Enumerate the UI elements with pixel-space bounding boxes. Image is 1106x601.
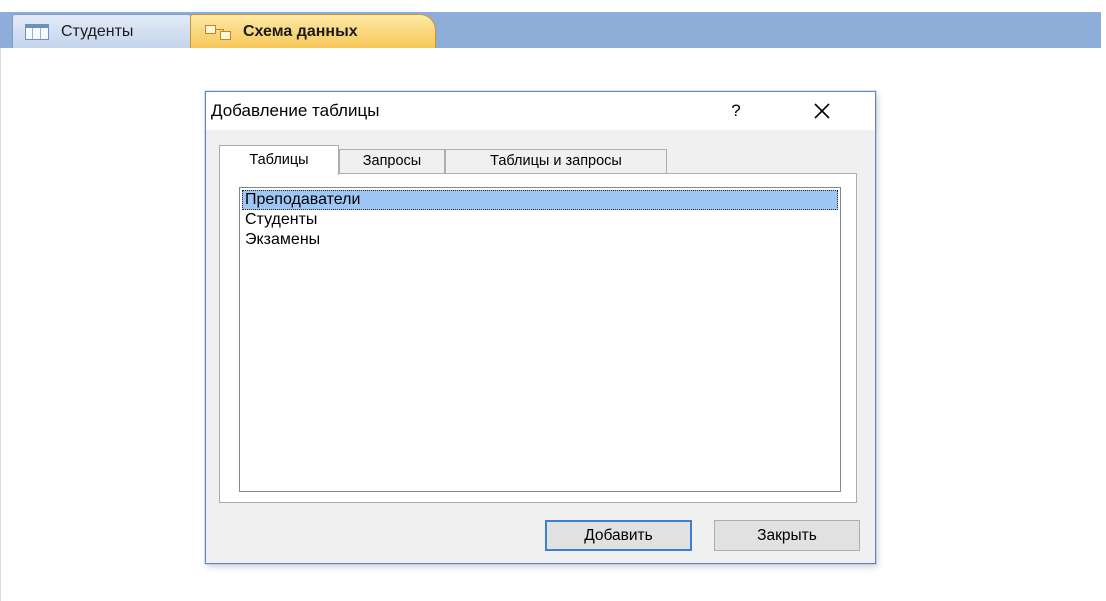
add-button[interactable]: Добавить: [545, 520, 692, 551]
list-item[interactable]: Студенты: [242, 210, 838, 230]
tab-tables-and-queries[interactable]: Таблицы и запросы: [445, 149, 667, 173]
tab-queries[interactable]: Запросы: [339, 149, 445, 173]
document-tab-label: Схема данных: [243, 22, 358, 40]
tables-listbox[interactable]: Преподаватели Студенты Экзамены: [239, 187, 841, 492]
table-icon: [25, 23, 49, 40]
add-table-dialog: Добавление таблицы ? Таблицы Запросы Таб…: [205, 91, 876, 564]
list-item[interactable]: Преподаватели: [242, 190, 838, 210]
close-icon[interactable]: [808, 97, 836, 125]
close-button[interactable]: Закрыть: [714, 520, 860, 551]
document-tab-students[interactable]: Студенты: [12, 14, 197, 48]
document-tab-data-schema[interactable]: Схема данных: [190, 14, 436, 48]
dialog-title: Добавление таблицы: [211, 101, 380, 120]
document-tab-label: Студенты: [61, 22, 134, 40]
tab-panel: Преподаватели Студенты Экзамены: [219, 173, 857, 503]
tab-tables[interactable]: Таблицы: [219, 145, 339, 175]
dialog-titlebar[interactable]: Добавление таблицы ?: [206, 92, 875, 130]
relationships-icon: [205, 24, 231, 40]
list-item[interactable]: Экзамены: [242, 230, 838, 250]
help-button[interactable]: ?: [725, 99, 747, 123]
